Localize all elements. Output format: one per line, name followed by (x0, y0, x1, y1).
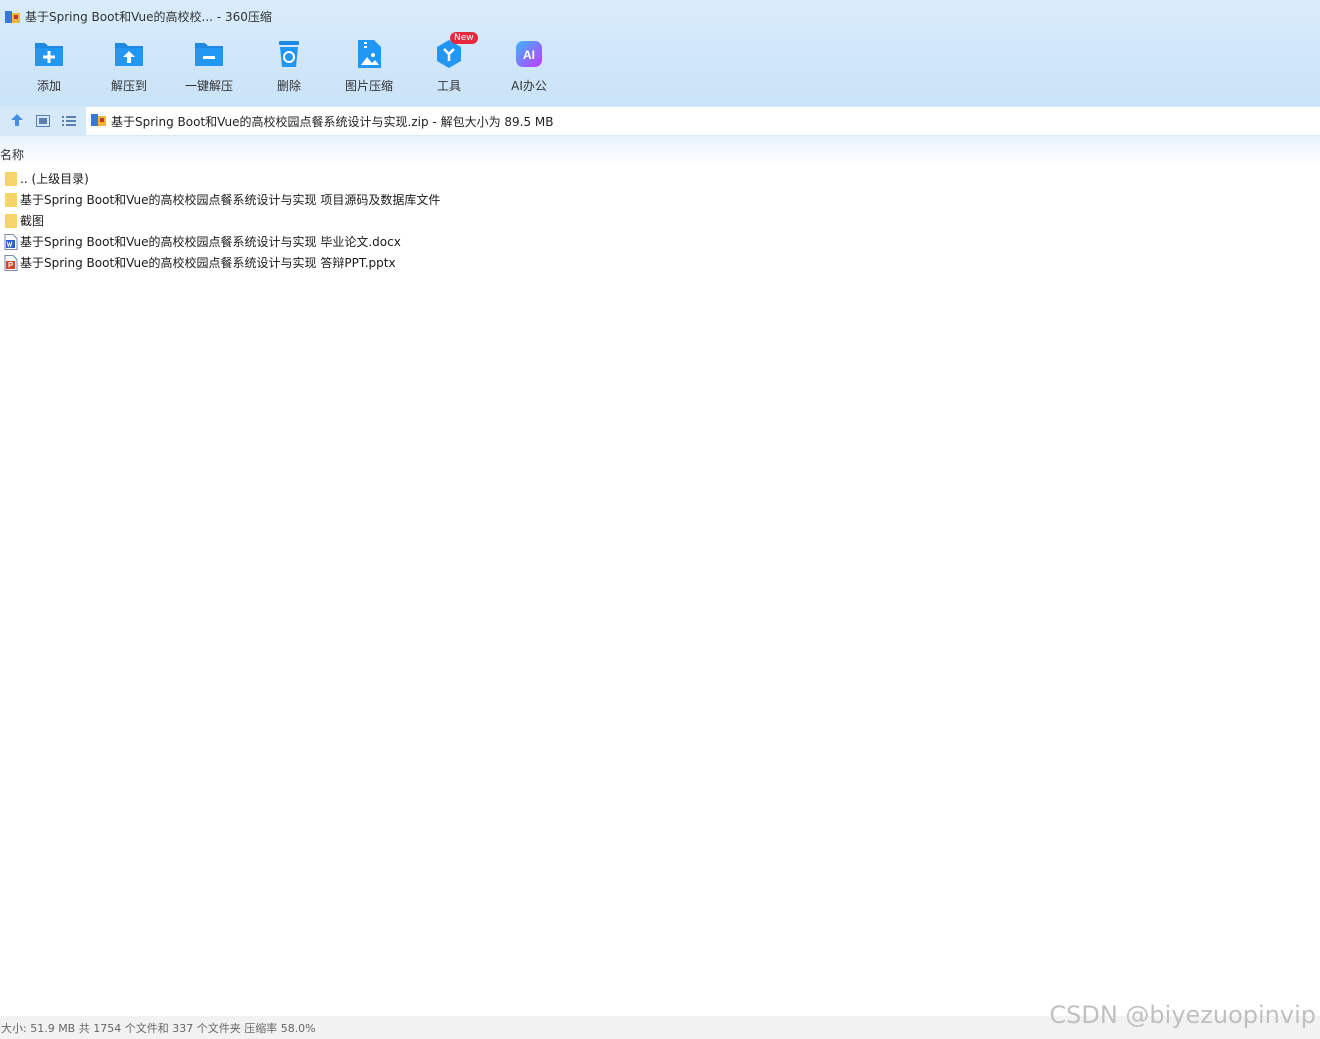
header-shadow (0, 136, 1320, 166)
ai-office-label: AI办公 (511, 79, 547, 93)
ai-icon-text: AI (523, 48, 535, 62)
one-click-extract-icon (193, 38, 225, 70)
thumbnail-view-button[interactable] (30, 108, 56, 134)
list-item[interactable]: 基于Spring Boot和Vue的高校校园点餐系统设计与实现 答辩PPT.pp… (0, 252, 600, 273)
add-label: 添加 (36, 79, 61, 93)
extract-to-button[interactable]: 解压到 (89, 38, 169, 98)
app-logo-icon (5, 9, 21, 23)
add-button[interactable]: 添加 (9, 38, 89, 98)
list-item-name: .. (上级目录) (20, 172, 89, 186)
delete-button[interactable]: 删除 (249, 38, 329, 98)
ai-office-button[interactable]: AI AI办公 (489, 38, 569, 98)
folder-icon (5, 171, 17, 186)
column-header-name[interactable]: 名称 (0, 146, 24, 163)
address-row: 基于Spring Boot和Vue的高校校园点餐系统设计与实现.zip - 解包… (0, 106, 1320, 136)
app-window: 基于Spring Boot和Vue的高校校... - 360压缩 添加 解压到 … (0, 0, 1320, 1039)
list-item-name: 基于Spring Boot和Vue的高校校园点餐系统设计与实现 毕业论文.doc… (20, 235, 401, 249)
image-compress-button[interactable]: 图片压缩 (329, 38, 409, 98)
word-document-icon (4, 233, 18, 250)
window-title: 基于Spring Boot和Vue的高校校... - 360压缩 (25, 9, 272, 24)
archive-icon (91, 112, 107, 131)
list-item-name: 基于Spring Boot和Vue的高校校园点餐系统设计与实现 项目源码及数据库… (20, 193, 441, 207)
list-item[interactable]: 基于Spring Boot和Vue的高校校园点餐系统设计与实现 毕业论文.doc… (0, 231, 600, 252)
status-text: 大小: 51.9 MB 共 1754 个文件和 337 个文件夹 压缩率 58.… (1, 1021, 316, 1035)
image-compress-icon (353, 38, 385, 70)
image-compress-label: 图片压缩 (344, 79, 393, 93)
tools-button[interactable]: 工具 (409, 38, 489, 98)
list-item[interactable]: .. (上级目录) (0, 168, 600, 189)
one-click-extract-label: 一键解压 (184, 79, 233, 93)
title-bar: 基于Spring Boot和Vue的高校校... - 360压缩 (0, 0, 1320, 32)
delete-label: 删除 (276, 79, 301, 93)
folder-icon (5, 213, 17, 228)
folder-icon (5, 192, 17, 207)
list-view-icon (62, 112, 76, 131)
list-item[interactable]: 截图 (0, 210, 600, 231)
extract-to-label: 解压到 (110, 79, 147, 93)
new-badge: New (450, 32, 478, 44)
ai-office-icon: AI (513, 38, 545, 70)
address-path: 基于Spring Boot和Vue的高校校园点餐系统设计与实现.zip - 解包… (111, 114, 554, 129)
add-icon (33, 38, 65, 70)
powerpoint-icon (4, 254, 18, 271)
one-click-extract-button[interactable]: 一键解压 (169, 38, 249, 98)
extract-to-icon (113, 38, 145, 70)
tools-label: 工具 (436, 79, 461, 93)
list-item-name: 基于Spring Boot和Vue的高校校园点餐系统设计与实现 答辩PPT.pp… (20, 256, 396, 270)
list-item-name: 截图 (20, 214, 45, 228)
list-view-button[interactable] (56, 108, 82, 134)
address-bar[interactable]: 基于Spring Boot和Vue的高校校园点餐系统设计与实现.zip - 解包… (86, 107, 1320, 135)
header-area: 基于Spring Boot和Vue的高校校... - 360压缩 添加 解压到 … (0, 0, 1320, 106)
up-button[interactable] (4, 108, 30, 134)
toolbar: 添加 解压到 一键解压 删除 图片压缩 工具 AI AI办公 (9, 38, 569, 98)
arrow-up-icon (10, 112, 24, 131)
thumbnail-view-icon (36, 112, 50, 131)
list-item[interactable]: 基于Spring Boot和Vue的高校校园点餐系统设计与实现 项目源码及数据库… (0, 189, 600, 210)
file-list: .. (上级目录) 基于Spring Boot和Vue的高校校园点餐系统设计与实… (0, 168, 600, 273)
watermark: CSDN @biyezuopinvip (1049, 1001, 1316, 1029)
delete-icon (273, 38, 305, 70)
